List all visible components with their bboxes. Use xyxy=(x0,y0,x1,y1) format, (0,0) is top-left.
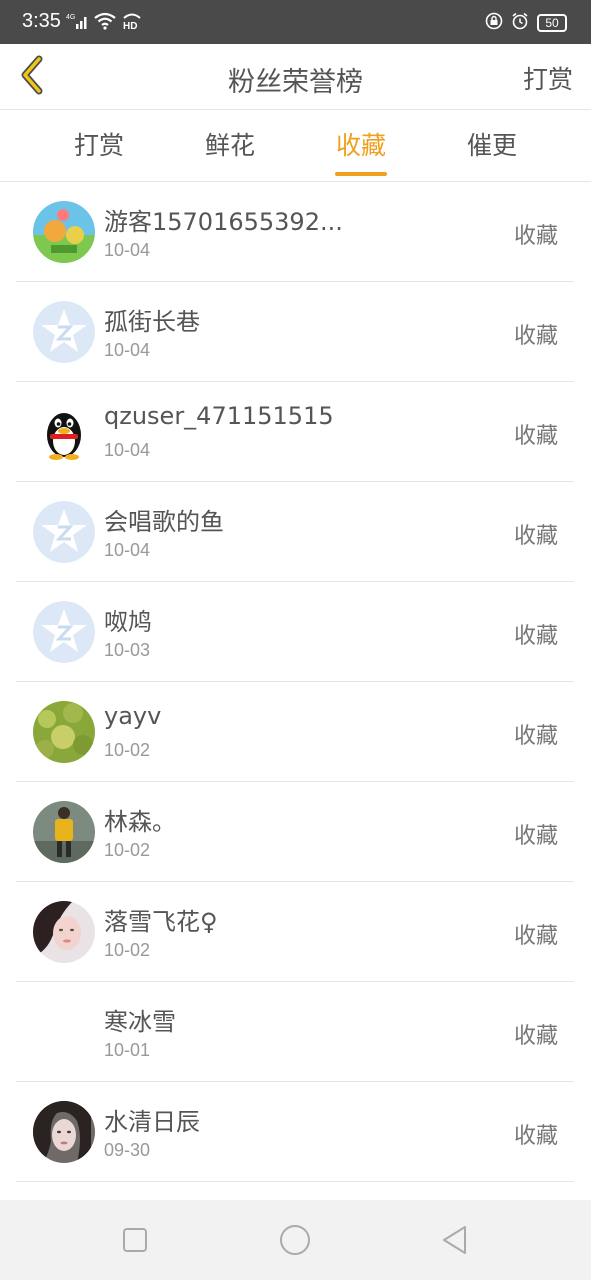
fan-date: 09-30 xyxy=(104,1140,151,1160)
favorite-label: 收藏 xyxy=(513,1024,558,1049)
system-nav-bar xyxy=(0,1200,591,1280)
fan-name: 寒冰雪 xyxy=(104,1008,176,1036)
tab-label: 收藏 xyxy=(335,131,386,160)
app-header: 粉丝荣誉榜 打赏 xyxy=(0,44,591,110)
status-time: 3:35 xyxy=(22,10,61,32)
fan-date: 10-01 xyxy=(104,1040,151,1060)
list-item[interactable]: qzuser_471151515 10-04 收藏 xyxy=(16,382,574,482)
fan-date: 10-04 xyxy=(104,340,151,360)
fan-name: 落雪飞花♀ xyxy=(104,908,218,936)
fan-date: 10-04 xyxy=(104,540,151,560)
tab-label: 催更 xyxy=(466,131,517,160)
fan-name: 游客15701655392... xyxy=(104,208,343,236)
list-item[interactable]: 寒冰雪 10-01 收藏 xyxy=(16,982,574,1082)
favorite-label: 收藏 xyxy=(513,824,558,849)
fan-name: qzuser_471151515 xyxy=(104,402,334,430)
qq-penguin-avatar xyxy=(33,401,95,463)
status-left-icons: 4G HD xyxy=(66,12,142,34)
wifi-icon xyxy=(94,12,116,34)
fan-name: 水清日辰 xyxy=(104,1108,200,1136)
tab-flowers[interactable]: 鲜花 xyxy=(170,110,290,182)
photo-avatar xyxy=(33,801,95,863)
alarm-icon xyxy=(511,12,529,34)
lock-rotation-icon xyxy=(485,12,503,34)
list-item[interactable]: 孤街长巷 10-04 收藏 xyxy=(16,282,574,382)
hd-icon: HD xyxy=(122,12,142,34)
photo-avatar xyxy=(33,701,95,763)
fan-list: 游客15701655392... 10-04 收藏 孤街长巷 10-04 收藏 xyxy=(16,182,574,1182)
fan-name: 会唱歌的鱼 xyxy=(104,508,224,536)
list-item[interactable]: 林森。 10-02 收藏 xyxy=(16,782,574,882)
home-circle-icon[interactable] xyxy=(277,1222,313,1258)
favorite-label: 收藏 xyxy=(513,924,558,949)
favorite-label: 收藏 xyxy=(513,724,558,749)
favorite-label: 收藏 xyxy=(513,1124,558,1149)
game-avatar xyxy=(33,201,95,263)
default-star-avatar xyxy=(33,301,95,363)
reward-button[interactable]: 打赏 xyxy=(523,60,573,96)
fan-date: 10-02 xyxy=(104,940,151,960)
fan-name: 林森。 xyxy=(104,808,176,836)
tab-favorites[interactable]: 收藏 xyxy=(301,110,421,182)
favorite-label: 收藏 xyxy=(513,624,558,649)
fan-date: 10-04 xyxy=(104,440,151,460)
fan-name: 孤街长巷 xyxy=(104,308,200,336)
active-tab-indicator xyxy=(335,172,387,176)
fan-date: 10-04 xyxy=(104,240,151,260)
battery-icon: 50 xyxy=(537,14,567,32)
default-star-avatar xyxy=(33,601,95,663)
favorite-label: 收藏 xyxy=(513,524,558,549)
status-bar: 3:35 4G HD 50 xyxy=(0,0,591,44)
status-right-icons: 50 xyxy=(485,12,567,34)
tab-label: 鲜花 xyxy=(204,131,255,160)
list-item[interactable]: yayv 10-02 收藏 xyxy=(16,682,574,782)
list-item[interactable]: 落雪飞花♀ 10-02 收藏 xyxy=(16,882,574,982)
fan-name: yayv xyxy=(104,702,162,730)
back-triangle-icon[interactable] xyxy=(437,1222,473,1258)
fan-date: 10-02 xyxy=(104,740,151,760)
fan-date: 10-03 xyxy=(104,640,151,660)
default-star-avatar xyxy=(33,501,95,563)
svg-text:HD: HD xyxy=(123,21,137,30)
page-title: 粉丝荣誉榜 xyxy=(228,67,363,98)
fan-name: 呶鸠 xyxy=(104,608,152,636)
photo-avatar xyxy=(33,901,95,963)
tab-reward[interactable]: 打赏 xyxy=(39,110,159,182)
recents-square-icon[interactable] xyxy=(117,1222,153,1258)
list-item[interactable]: 会唱歌的鱼 10-04 收藏 xyxy=(16,482,574,582)
photo-avatar xyxy=(33,1101,95,1163)
svg-text:4G: 4G xyxy=(66,14,75,21)
tab-bar: 打赏 鲜花 收藏 催更 xyxy=(0,110,591,182)
favorite-label: 收藏 xyxy=(513,324,558,349)
fan-date: 10-02 xyxy=(104,840,151,860)
list-item[interactable]: 游客15701655392... 10-04 收藏 xyxy=(16,182,574,282)
favorite-label: 收藏 xyxy=(513,224,558,249)
tab-label: 打赏 xyxy=(73,131,124,160)
list-item[interactable]: 水清日辰 09-30 收藏 xyxy=(16,1082,574,1182)
signal-icon: 4G xyxy=(66,12,88,34)
favorite-label: 收藏 xyxy=(513,424,558,449)
list-item[interactable]: 呶鸠 10-03 收藏 xyxy=(16,582,574,682)
tab-urge-update[interactable]: 催更 xyxy=(432,110,552,182)
